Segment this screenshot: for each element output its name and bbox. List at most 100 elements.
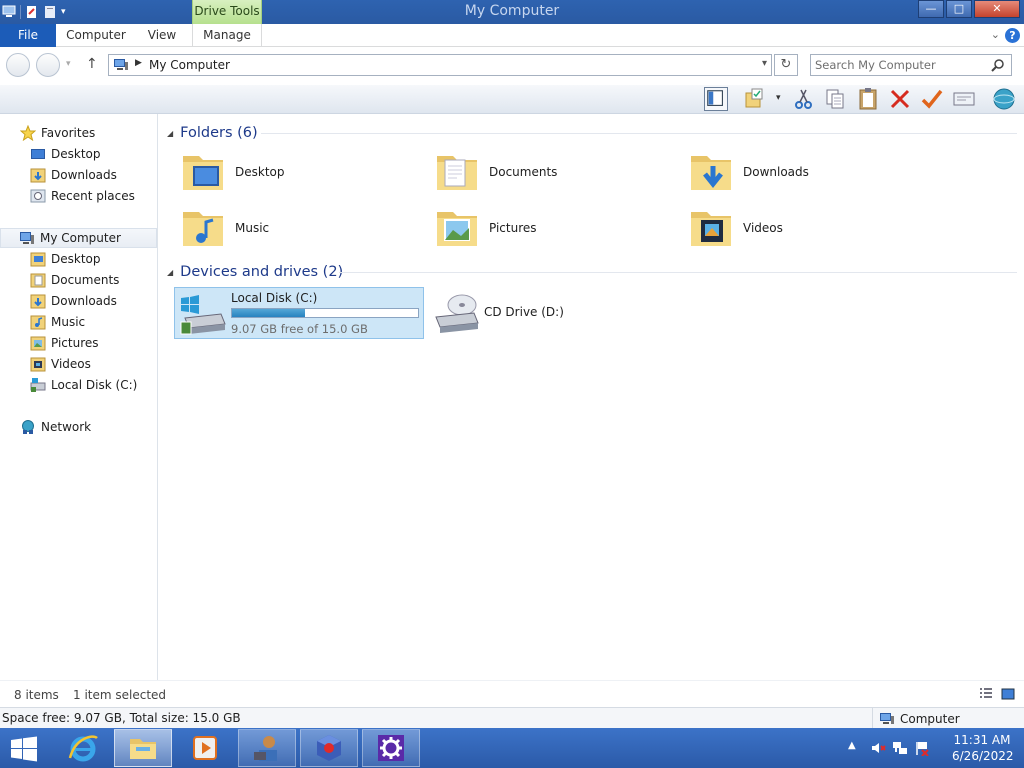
collapse-triangle-icon[interactable]: ◢	[167, 129, 173, 138]
drive-local-disk-c[interactable]: Local Disk (C:) 9.07 GB free of 15.0 GB	[174, 287, 424, 339]
nav-item-label: Documents	[51, 273, 120, 287]
cd-drive-icon	[435, 294, 479, 333]
window-controls: — □ ✕	[918, 0, 1020, 18]
windows-drive-icon	[180, 295, 226, 335]
drive-usage-bar	[231, 308, 419, 318]
show-hidden-icons-icon[interactable]: ▲	[848, 740, 864, 756]
select-folder-button[interactable]	[744, 87, 768, 111]
clock-time: 11:31 AM	[953, 733, 1011, 747]
taskbar: ▲ 11:31 AM 6/26/2022	[0, 728, 1024, 768]
folder-videos[interactable]: Videos	[671, 202, 921, 254]
videos-folder-icon	[30, 357, 46, 372]
nav-item-label: Videos	[51, 357, 91, 371]
package-cube-icon	[317, 735, 341, 761]
drive-cd-d[interactable]: CD Drive (D:)	[428, 287, 678, 339]
select-dropdown-icon[interactable]: ▾	[776, 93, 781, 103]
taskbar-internet-explorer[interactable]	[54, 729, 112, 767]
nav-network[interactable]: Network	[0, 417, 157, 437]
music-folder-icon	[183, 212, 223, 246]
nav-fav-downloads[interactable]: Downloads	[0, 165, 157, 185]
forward-button[interactable]	[36, 53, 60, 77]
nav-my-computer[interactable]: My Computer	[0, 228, 157, 248]
up-arrow-icon[interactable]: ↑	[86, 56, 98, 72]
taskbar-media-player[interactable]	[176, 729, 234, 767]
folders-group-header[interactable]: ◢ Folders (6)	[167, 123, 1017, 143]
preview-pane-button[interactable]	[704, 87, 728, 111]
paste-button[interactable]	[856, 87, 880, 111]
large-icons-view-icon[interactable]	[1000, 686, 1016, 702]
downloads-folder-icon	[30, 294, 46, 309]
breadcrumb-arrow-icon[interactable]: ▶	[135, 58, 142, 68]
address-path[interactable]: My Computer	[149, 58, 230, 72]
nav-pc-desktop[interactable]: Desktop	[0, 249, 157, 269]
nav-item-label: Music	[51, 315, 86, 329]
nav-item-label: Downloads	[51, 294, 117, 308]
file-explorer-icon	[130, 739, 156, 759]
taskbar-app-person[interactable]	[238, 729, 296, 767]
address-dropdown-icon[interactable]: ▾	[762, 58, 767, 69]
gear-icon	[378, 735, 404, 761]
details-view-icon[interactable]	[978, 686, 994, 702]
folder-music[interactable]: Music	[163, 202, 413, 254]
back-button[interactable]	[6, 53, 30, 77]
network-globe-button[interactable]	[992, 87, 1016, 111]
network-status-icon[interactable]	[892, 740, 908, 756]
volume-muted-icon[interactable]	[870, 740, 886, 756]
windows-start-icon[interactable]	[10, 736, 38, 762]
nav-item-label: Pictures	[51, 336, 99, 350]
help-icon[interactable]: ?	[1005, 28, 1020, 43]
nav-fav-desktop[interactable]: Desktop	[0, 144, 157, 164]
tab-file[interactable]: File	[0, 24, 56, 47]
search-input[interactable]	[815, 57, 985, 73]
address-bar[interactable]: ▶ My Computer ▾	[108, 54, 772, 76]
search-icon[interactable]	[991, 58, 1005, 72]
nav-pc-downloads[interactable]: Downloads	[0, 291, 157, 311]
copy-button[interactable]	[824, 87, 848, 111]
nav-network-label: Network	[41, 420, 92, 434]
collapse-triangle-icon[interactable]: ◢	[167, 268, 173, 277]
desktop-folder-icon	[183, 156, 223, 190]
cut-button[interactable]	[792, 87, 816, 111]
taskbar-app-package[interactable]	[300, 729, 358, 767]
recent-locations-icon[interactable]: ▾	[66, 59, 71, 69]
nav-pc-documents[interactable]: Documents	[0, 270, 157, 290]
nav-fav-recent-places[interactable]: Recent places	[0, 186, 157, 206]
title-bar: ▾ Drive Tools My Computer — □ ✕	[0, 0, 1024, 24]
nav-pc-local-disk[interactable]: Local Disk (C:)	[0, 375, 157, 395]
minimize-button[interactable]: —	[918, 0, 944, 18]
drive-label: CD Drive (D:)	[484, 305, 564, 319]
media-player-icon	[193, 736, 217, 760]
maximize-button[interactable]: □	[946, 0, 972, 18]
nav-pc-music[interactable]: Music	[0, 312, 157, 332]
nav-pc-videos[interactable]: Videos	[0, 354, 157, 374]
folder-documents[interactable]: Documents	[417, 146, 667, 198]
taskbar-settings[interactable]	[362, 729, 420, 767]
tab-view[interactable]: View	[140, 24, 184, 47]
tab-manage[interactable]: Manage	[192, 24, 262, 47]
chevron-down-icon[interactable]: ⌄	[991, 28, 1000, 41]
tab-computer[interactable]: Computer	[62, 24, 130, 47]
clock[interactable]: 11:31 AM 6/26/2022	[952, 732, 1014, 764]
action-center-flag-icon[interactable]	[914, 740, 930, 756]
rename-button[interactable]	[920, 87, 944, 111]
nav-favorites[interactable]: Favorites	[0, 123, 157, 143]
delete-button[interactable]	[888, 87, 912, 111]
properties-card-icon	[953, 92, 975, 106]
folder-downloads[interactable]: Downloads	[671, 146, 921, 198]
navigation-pane: Favorites Desktop Downloads Recent place…	[0, 114, 158, 680]
close-button[interactable]: ✕	[974, 0, 1020, 18]
folder-check-icon	[745, 88, 763, 108]
folder-pictures[interactable]: Pictures	[417, 202, 667, 254]
folder-label: Desktop	[235, 165, 285, 179]
properties-button[interactable]	[952, 87, 976, 111]
folder-desktop[interactable]: Desktop	[163, 146, 413, 198]
star-icon	[20, 125, 36, 141]
search-box[interactable]	[810, 54, 1012, 76]
nav-pc-pictures[interactable]: Pictures	[0, 333, 157, 353]
devices-group-header[interactable]: ◢ Devices and drives (2)	[167, 262, 1017, 282]
scissors-icon	[795, 89, 812, 109]
selection-count: 1 item selected	[73, 688, 167, 702]
window-title: My Computer	[464, 3, 560, 19]
refresh-button[interactable]: ↻	[774, 54, 798, 76]
taskbar-file-explorer[interactable]	[114, 729, 172, 767]
